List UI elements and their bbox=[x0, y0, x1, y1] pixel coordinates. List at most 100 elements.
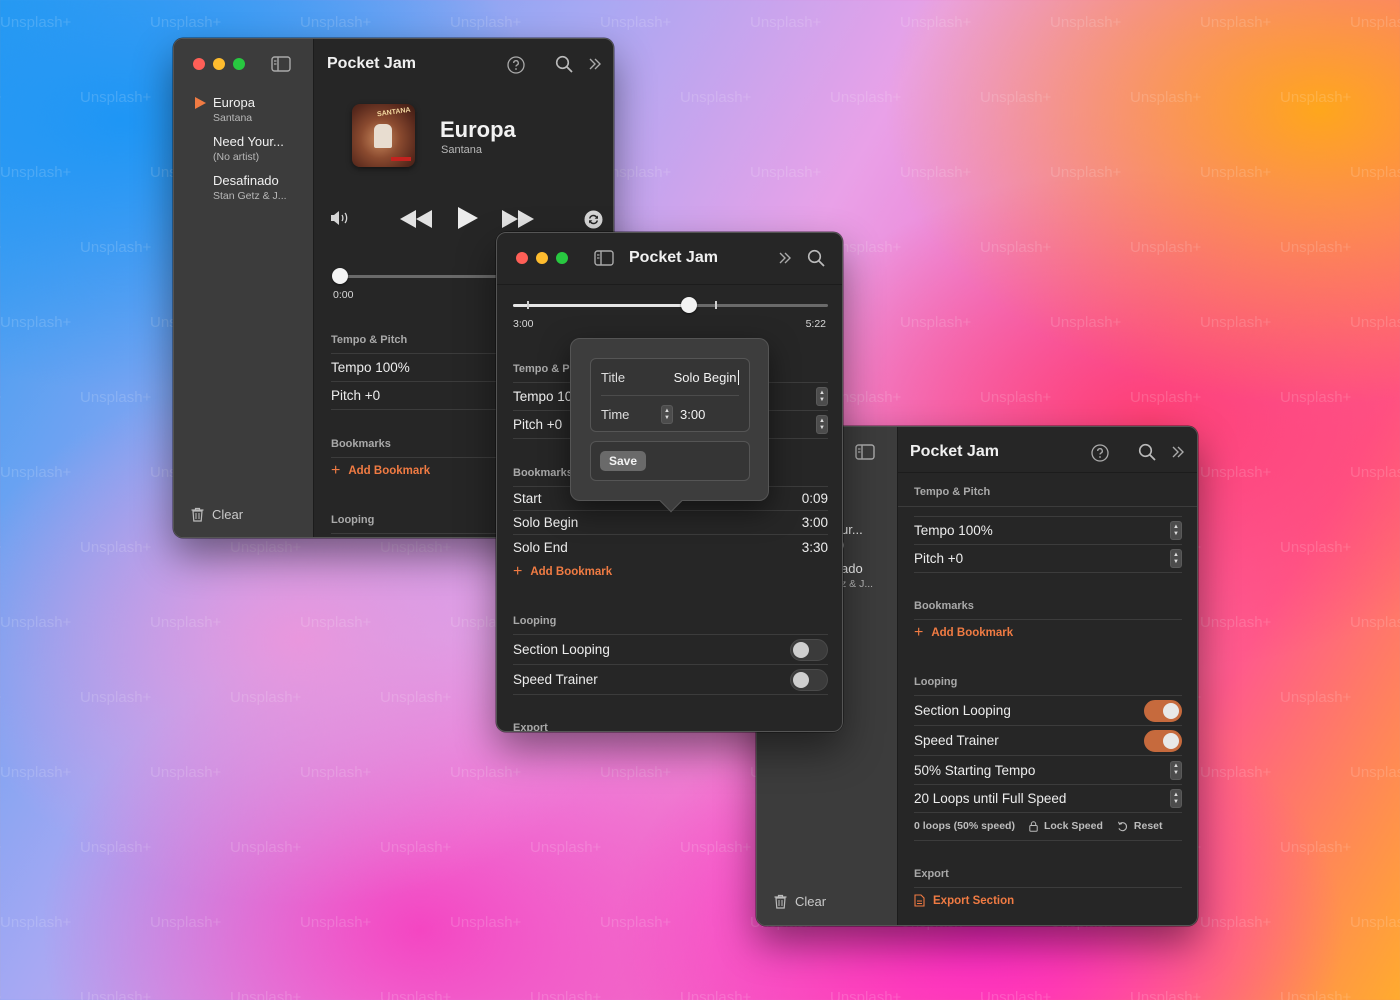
song-item[interactable]: ado z & J... bbox=[841, 561, 873, 590]
pitch-row[interactable]: Pitch +0 bbox=[331, 382, 501, 410]
tempo-label: Tempo 10 bbox=[513, 389, 573, 404]
watermark-text: Unsplash+ bbox=[230, 689, 302, 706]
watermark-text: Unsplash+ bbox=[1130, 989, 1202, 1000]
sync-icon[interactable] bbox=[583, 209, 603, 229]
bookmark-name: Solo Begin bbox=[513, 515, 579, 530]
minimize-button[interactable] bbox=[213, 58, 225, 70]
title-field-value: Solo Begin bbox=[673, 369, 737, 385]
help-icon[interactable] bbox=[1090, 443, 1110, 463]
starting-tempo-stepper[interactable]: ▲ ▼ bbox=[1170, 760, 1182, 780]
close-button[interactable] bbox=[193, 58, 205, 70]
time-field-row: Time ▲ ▼ 3:00 bbox=[601, 396, 739, 433]
add-bookmark-button[interactable]: + Add Bookmark bbox=[513, 564, 612, 580]
sidebar-toggle-icon[interactable] bbox=[270, 55, 292, 73]
watermark-text: Unsplash+ bbox=[0, 14, 72, 31]
clear-label: Clear bbox=[795, 894, 827, 909]
section-looping-toggle[interactable] bbox=[790, 638, 828, 661]
plus-icon: + bbox=[331, 462, 341, 479]
pitch-stepper[interactable]: ▲ ▼ bbox=[816, 415, 828, 434]
tempo-row[interactable]: Tempo 100% bbox=[331, 354, 501, 382]
bookmark-name: Solo End bbox=[513, 539, 568, 555]
watermark-text: Unsplash+ bbox=[1350, 14, 1400, 31]
fast-forward-icon[interactable] bbox=[500, 207, 536, 231]
rewind-icon[interactable] bbox=[398, 207, 434, 231]
song-item[interactable]: ur... ) bbox=[841, 522, 863, 551]
scrubber-thumb[interactable] bbox=[332, 268, 348, 284]
lock-speed-button[interactable]: Lock Speed bbox=[1029, 820, 1103, 832]
divider bbox=[914, 840, 1182, 841]
loops-stepper[interactable]: ▲ ▼ bbox=[1170, 789, 1182, 808]
playback-scrubber[interactable] bbox=[340, 275, 500, 278]
lock-speed-label: Lock Speed bbox=[1043, 820, 1103, 832]
time-stepper[interactable]: ▲ ▼ bbox=[661, 405, 673, 424]
starting-tempo-row[interactable]: 50% Starting Tempo ▲ ▼ bbox=[914, 756, 1182, 785]
scrubber-thumb[interactable] bbox=[681, 297, 698, 313]
volume-icon[interactable] bbox=[329, 209, 351, 227]
tempo-row[interactable]: Tempo 100% ▲ ▼ bbox=[914, 517, 1182, 545]
text-cursor bbox=[737, 369, 739, 385]
section-looping-toggle[interactable] bbox=[1144, 699, 1182, 722]
search-icon[interactable] bbox=[806, 248, 826, 268]
chevron-right-double-icon[interactable] bbox=[586, 55, 604, 73]
bookmark-row[interactable]: Solo Begin 3:00 bbox=[513, 511, 828, 535]
watermark-text: Unsplash+ bbox=[530, 839, 602, 856]
bookmark-row[interactable]: Solo End 3:30 bbox=[513, 535, 828, 559]
watermark-text: Unsplash+ bbox=[1280, 689, 1352, 706]
title-field-input[interactable]: Solo Begin bbox=[673, 369, 739, 385]
clear-button[interactable]: Clear bbox=[191, 507, 243, 522]
close-button[interactable] bbox=[516, 252, 528, 264]
watermark-text: Unsplash+ bbox=[680, 839, 752, 856]
search-icon[interactable] bbox=[1137, 442, 1157, 462]
add-bookmark-button[interactable]: + Add Bookmark bbox=[914, 625, 1014, 641]
bookmark-marker bbox=[527, 301, 529, 309]
chevron-right-double-icon[interactable] bbox=[1169, 443, 1187, 461]
pitch-stepper[interactable]: ▲ ▼ bbox=[1170, 549, 1182, 568]
playback-scrubber[interactable] bbox=[513, 304, 828, 307]
watermark-text: Unsplash+ bbox=[300, 914, 372, 931]
pitch-row[interactable]: Pitch +0 ▲ ▼ bbox=[914, 545, 1182, 573]
reset-button[interactable]: Reset bbox=[1117, 820, 1163, 832]
bookmark-time: 3:30 bbox=[801, 539, 828, 555]
watermark-text: Unsplash+ bbox=[0, 989, 1, 1000]
zoom-button[interactable] bbox=[233, 58, 245, 70]
sidebar-toggle-icon[interactable] bbox=[854, 443, 876, 461]
help-icon[interactable] bbox=[506, 55, 526, 75]
zoom-button[interactable] bbox=[556, 252, 568, 264]
song-item[interactable]: Europa Santana bbox=[213, 95, 255, 124]
watermark-text: Unsplash+ bbox=[0, 539, 1, 556]
clear-button[interactable]: Clear bbox=[774, 894, 826, 909]
watermark-text: Unsplash+ bbox=[80, 989, 152, 1000]
section-header-export: Export bbox=[513, 722, 548, 732]
speed-trainer-toggle[interactable] bbox=[790, 668, 828, 691]
divider bbox=[914, 619, 1182, 620]
toggle-knob bbox=[1163, 702, 1179, 719]
divider bbox=[898, 506, 1197, 507]
album-art-stripe bbox=[391, 157, 411, 161]
watermark-text: Unsplash+ bbox=[380, 689, 452, 706]
song-item[interactable]: Need Your... (No artist) bbox=[213, 134, 284, 163]
sidebar-toggle-icon[interactable] bbox=[593, 249, 615, 267]
tempo-stepper[interactable]: ▲ ▼ bbox=[1170, 521, 1182, 540]
search-icon[interactable] bbox=[554, 54, 574, 74]
settings-content: Pocket Jam Tempo & Pitch Tempo 100% ▲ ▼ P… bbox=[898, 427, 1197, 925]
add-bookmark-label: Add Bookmark bbox=[348, 465, 431, 477]
section-header-looping: Looping bbox=[331, 514, 375, 526]
song-artist: ) bbox=[841, 539, 863, 551]
save-button[interactable]: Save bbox=[600, 451, 647, 471]
loops-until-full-row[interactable]: 20 Loops until Full Speed ▲ ▼ bbox=[914, 785, 1182, 813]
watermark-text: Unsplash+ bbox=[830, 89, 902, 106]
watermark-text: Unsplash+ bbox=[150, 14, 222, 31]
song-item[interactable]: Desafinado Stan Getz & J... bbox=[213, 173, 287, 202]
watermark-text: Unsplash+ bbox=[980, 389, 1052, 406]
add-bookmark-label: Add Bookmark bbox=[931, 627, 1014, 639]
tempo-stepper[interactable]: ▲ ▼ bbox=[816, 387, 828, 406]
watermark-text: Unsplash+ bbox=[1200, 464, 1272, 481]
speed-trainer-toggle[interactable] bbox=[1144, 729, 1182, 752]
time-field-value[interactable]: 3:00 bbox=[680, 407, 705, 422]
export-section-button[interactable]: Export Section bbox=[914, 894, 1014, 907]
chevron-right-double-icon[interactable] bbox=[776, 249, 794, 267]
play-icon[interactable] bbox=[455, 205, 481, 231]
add-bookmark-button[interactable]: + Add Bookmark bbox=[331, 462, 431, 479]
section-header-bookmarks: Bookmarks bbox=[331, 438, 391, 450]
minimize-button[interactable] bbox=[536, 252, 548, 264]
